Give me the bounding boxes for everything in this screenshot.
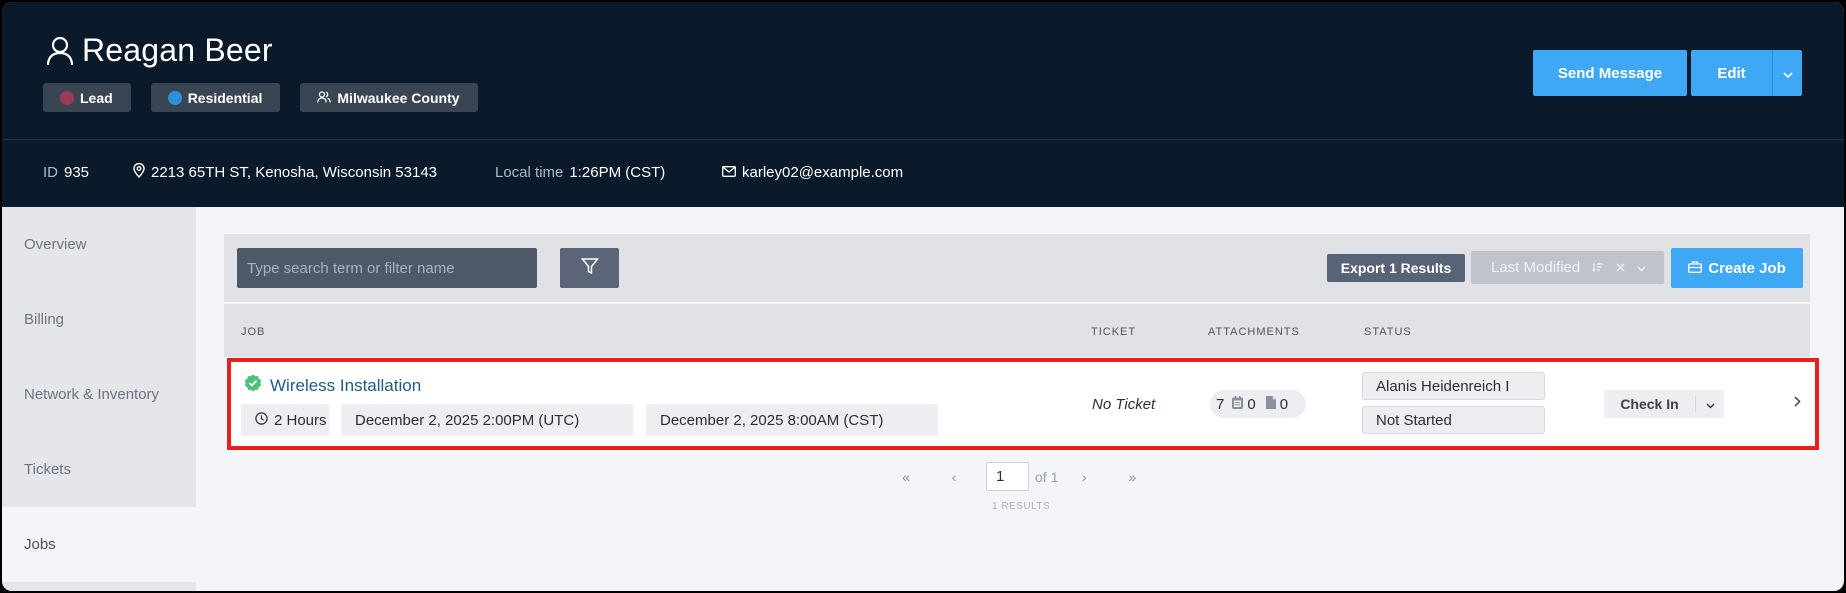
local-time-label: Local time	[495, 164, 564, 181]
create-job-label: Create Job	[1708, 259, 1786, 277]
pagination: « ‹ of 1 › »	[882, 462, 1156, 491]
calendar-count: 0	[1247, 395, 1256, 413]
residential-dot-icon	[167, 90, 182, 105]
customer-info-row: ID 935 2213 65TH ST, Kenosha, Wisconsin …	[43, 162, 903, 182]
ticket-value: No Ticket	[1092, 396, 1156, 413]
id-label: ID	[43, 164, 58, 181]
column-ticket[interactable]: TICKET	[1091, 326, 1136, 338]
column-job[interactable]: JOB	[241, 326, 265, 338]
filter-button[interactable]	[560, 248, 619, 288]
create-job-button[interactable]: Create Job	[1671, 248, 1803, 288]
duration-text: 2 Hours	[274, 411, 327, 429]
duration-chip: 2 Hours	[241, 404, 329, 436]
customer-email[interactable]: karley02@example.com	[722, 164, 903, 181]
header-actions: Send Message Edit	[1533, 50, 1802, 96]
location-pin-icon	[133, 162, 145, 182]
jobs-table-header: JOB TICKET ATTACHMENTS STATUS	[224, 304, 1810, 357]
tag-lead[interactable]: Lead	[43, 83, 131, 112]
attachments-summary[interactable]: 7 0 0	[1210, 390, 1306, 418]
local-time-value: 1:26PM (CST)	[569, 164, 666, 181]
tag-label: Residential	[187, 89, 263, 106]
sidebar-item-billing[interactable]: Billing	[2, 282, 196, 357]
chevron-down-icon	[1705, 396, 1715, 412]
sort-order-icon[interactable]	[1592, 259, 1604, 276]
verified-check-icon	[244, 374, 262, 397]
export-results-button[interactable]: Export 1 Results	[1327, 254, 1465, 282]
check-in-button[interactable]: Check In	[1604, 396, 1696, 412]
sidebar-item-jobs[interactable]: Jobs	[2, 507, 196, 582]
search-input[interactable]	[237, 248, 537, 288]
customer-local-time: Local time 1:26PM (CST)	[495, 164, 722, 181]
person-icon	[46, 36, 74, 66]
calendar-icon	[1232, 395, 1244, 413]
start-time-local: December 2, 2025 8:00AM (CST)	[646, 404, 938, 436]
tag-county[interactable]: Milwaukee County	[300, 83, 478, 112]
start-time-utc: December 2, 2025 2:00PM (UTC)	[341, 404, 633, 436]
job-title-link[interactable]: Wireless Installation	[270, 376, 421, 396]
results-count: 1 RESULTS	[992, 501, 1051, 512]
last-page-icon[interactable]: »	[1108, 469, 1156, 485]
customer-address[interactable]: 2213 65TH ST, Kenosha, Wisconsin 53143	[133, 162, 495, 182]
job-title[interactable]: Wireless Installation	[244, 374, 421, 397]
sidebar-item-network-inventory[interactable]: Network & Inventory	[2, 357, 196, 432]
check-in-menu-button[interactable]	[1696, 396, 1724, 412]
chevron-down-icon	[1782, 65, 1793, 82]
chevron-down-icon[interactable]	[1637, 259, 1646, 276]
file-icon	[1265, 395, 1276, 413]
assignee-field[interactable]: Alanis Heidenreich I	[1362, 372, 1545, 400]
customer-tags: Lead Residential Milwaukee County	[43, 83, 478, 112]
email-text: karley02@example.com	[742, 164, 904, 181]
column-attachments[interactable]: ATTACHMENTS	[1208, 326, 1300, 338]
sort-select[interactable]: Last Modified	[1471, 251, 1664, 284]
clear-icon[interactable]	[1616, 259, 1625, 276]
edit-menu-button[interactable]	[1772, 50, 1802, 96]
next-page-icon[interactable]: ›	[1060, 469, 1108, 485]
check-in-button-group: Check In	[1604, 390, 1724, 418]
header-divider	[2, 139, 1844, 140]
sort-label: Last Modified	[1491, 259, 1581, 276]
customer-header: Reagan Beer Lead Residential Milwaukee C…	[2, 2, 1844, 207]
address-text: 2213 65TH ST, Kenosha, Wisconsin 53143	[151, 164, 438, 181]
briefcase-icon	[1688, 260, 1703, 277]
column-status[interactable]: STATUS	[1364, 326, 1412, 338]
table-row[interactable]: Wireless Installation 2 Hours December 2…	[227, 358, 1819, 450]
send-message-button[interactable]: Send Message	[1533, 50, 1687, 96]
edit-button[interactable]: Edit	[1691, 50, 1772, 96]
attachments-count: 7	[1216, 395, 1225, 413]
filter-icon	[580, 257, 599, 280]
jobs-toolbar: Export 1 Results Last Modified Create Jo…	[224, 234, 1810, 302]
mail-icon	[722, 164, 736, 181]
page-number-input[interactable]	[986, 462, 1029, 491]
lead-dot-icon	[60, 90, 74, 105]
people-icon	[317, 90, 332, 106]
sidebar-item-overview[interactable]: Overview	[2, 207, 196, 282]
app-frame: Reagan Beer Lead Residential Milwaukee C…	[2, 2, 1844, 591]
tag-label: Lead	[80, 89, 113, 106]
customer-name: Reagan Beer	[82, 32, 273, 68]
file-count: 0	[1279, 395, 1289, 413]
tag-label: Milwaukee County	[337, 89, 460, 106]
customer-title: Reagan Beer	[46, 32, 273, 69]
sidebar-item-tickets[interactable]: Tickets	[2, 432, 196, 507]
row-expand-chevron-icon[interactable]	[1794, 394, 1801, 412]
customer-id: ID 935	[43, 164, 133, 181]
previous-page-icon[interactable]: ‹	[930, 469, 978, 485]
id-value: 935	[64, 164, 90, 181]
clock-icon	[255, 411, 268, 429]
page-of-text: of 1	[1035, 468, 1059, 485]
first-page-icon[interactable]: «	[882, 469, 930, 485]
status-field[interactable]: Not Started	[1362, 406, 1545, 434]
sidebar: Overview Billing Network & Inventory Tic…	[2, 207, 196, 591]
tag-residential[interactable]: Residential	[150, 83, 281, 112]
sidebar-bottom-strip	[2, 583, 196, 591]
